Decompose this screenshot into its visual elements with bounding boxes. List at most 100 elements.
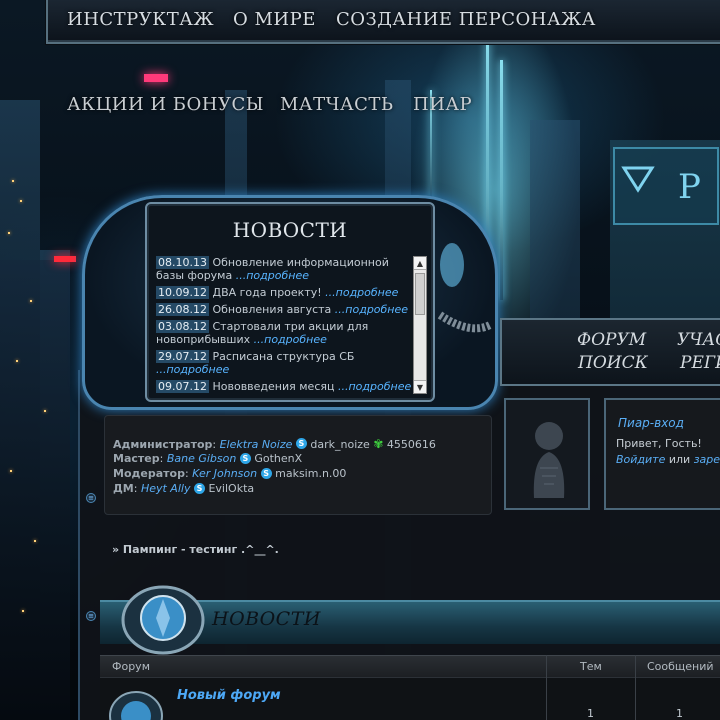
nav-link-aktsii[interactable]: АКЦИИ И БОНУСЫ xyxy=(67,94,264,115)
window-light xyxy=(12,180,14,182)
skype-handle: dark_noize xyxy=(310,438,370,451)
login-panel: Пиар-вход Привет, Гость! Войдите или зар… xyxy=(604,398,720,510)
col-forum: Форум xyxy=(112,660,150,673)
news-more-link[interactable]: ...подробнее xyxy=(236,269,309,282)
news-widget: НОВОСТИ 08.10.13 Обновление информационн… xyxy=(145,202,435,402)
guest-avatar-icon xyxy=(533,422,565,498)
login-link[interactable]: Войдите xyxy=(616,453,665,466)
staff-name-link[interactable]: Heyt Ally xyxy=(141,482,191,495)
staff-role: Администратор xyxy=(113,438,213,451)
staff-role: Модератор xyxy=(113,467,185,480)
side-node-icon: ≡ xyxy=(86,611,96,621)
window-light xyxy=(16,360,18,362)
col-topics: Тем xyxy=(580,660,602,673)
staff-name-link[interactable]: Ker Johnson xyxy=(192,467,257,480)
forum-status-icon xyxy=(109,691,163,720)
staff-role: Мастер xyxy=(113,452,160,465)
news-item: 26.08.12 Обновления августа ...подробнее xyxy=(156,303,412,316)
svg-text:Р: Р xyxy=(678,167,701,207)
login-text: Привет, Гость! Войдите или заре xyxy=(616,436,720,468)
staff-row: Администратор: Elektra Noize S dark_noiz… xyxy=(113,437,436,451)
news-list[interactable]: 08.10.13 Обновление информационной базы … xyxy=(156,256,412,394)
news-date: 03.08.12 xyxy=(156,320,209,333)
nav-link-instruktazh[interactable]: ИНСТРУКТАЖ xyxy=(67,9,214,30)
side-node-icon: ≡ xyxy=(86,493,96,503)
menu-link-search[interactable]: ПОИСК xyxy=(578,353,648,373)
skype-handle: EvilOkta xyxy=(208,482,255,495)
light-beam xyxy=(500,60,503,300)
window-light xyxy=(44,410,46,412)
news-more-link[interactable]: ...подробнее xyxy=(156,363,229,376)
icq-flower-icon: ✾ xyxy=(373,437,384,451)
menu-link-participants[interactable]: УЧАС xyxy=(677,330,720,350)
forum-table-header: Форум Тем Сообщений xyxy=(100,655,720,677)
staff-name-link[interactable]: Elektra Noize xyxy=(220,438,293,451)
news-item: 10.09.12 ДВА года проекту! ...подробнее xyxy=(156,286,412,299)
section-emblem-icon xyxy=(121,585,205,655)
login-or: или xyxy=(668,453,691,466)
skype-handle: GothenX xyxy=(254,452,303,465)
news-more-link[interactable]: ...подробнее xyxy=(338,380,411,393)
news-item: 09.07.12 Нововведения месяц ...подробнее xyxy=(156,380,412,393)
news-item: 08.10.13 Обновление информационной базы … xyxy=(156,256,412,282)
staff-list: Администратор: Elektra Noize S dark_noiz… xyxy=(104,415,492,515)
nav-link-matchast[interactable]: МАТЧАСТЬ xyxy=(280,94,394,115)
window-light xyxy=(22,610,24,612)
news-scrollbar[interactable]: ▲ ▼ xyxy=(413,256,427,394)
logo-shape: Р xyxy=(613,147,719,225)
building xyxy=(0,260,70,720)
window-light xyxy=(10,470,12,472)
register-link[interactable]: заре xyxy=(694,453,720,466)
news-more-link[interactable]: ...подробнее xyxy=(325,286,398,299)
quick-menu xyxy=(500,318,720,386)
forum-section-title: НОВОСТИ xyxy=(212,608,321,630)
menu-link-forum[interactable]: ФОРУМ xyxy=(577,330,646,350)
staff-row: ДМ: Heyt Ally S EvilOkta xyxy=(113,482,255,495)
skype-icon: S xyxy=(193,483,205,494)
news-more-link[interactable]: ...подробнее xyxy=(335,303,408,316)
col-posts: Сообщений xyxy=(647,660,714,673)
window-light xyxy=(20,200,22,202)
nav-link-piar[interactable]: ПИАР xyxy=(413,94,472,115)
news-item: 03.08.12 Стартовали три акции для новопр… xyxy=(156,320,412,346)
announcement-text: » Пампинг - тестинг .^__^. xyxy=(112,543,279,556)
staff-row: Мастер: Bane Gibson S GothenX xyxy=(113,452,303,465)
news-text: Обновления августа xyxy=(212,303,332,316)
news-widget-title: НОВОСТИ xyxy=(232,218,348,242)
news-date: 10.09.12 xyxy=(156,286,209,299)
column-divider xyxy=(546,655,547,720)
staff-name-link[interactable]: Bane Gibson xyxy=(167,452,237,465)
avatar-panel xyxy=(504,398,590,510)
news-text: ДВА года проекту! xyxy=(212,286,322,299)
news-date: 26.08.12 xyxy=(156,303,209,316)
cable-decoration xyxy=(437,243,492,333)
news-more-link[interactable]: ...подробнее xyxy=(254,333,327,346)
greeting: Привет, Гость! xyxy=(616,437,702,450)
column-divider xyxy=(635,655,636,720)
staff-role: ДМ xyxy=(113,482,134,495)
news-item: 29.07.12 Расписана структура СБ ...подро… xyxy=(156,350,412,376)
skype-icon: S xyxy=(295,438,307,449)
neon-sign xyxy=(144,74,168,82)
window-light xyxy=(8,232,10,234)
news-date: 29.07.12 xyxy=(156,350,209,363)
neon-sign xyxy=(54,256,76,262)
skype-icon: S xyxy=(260,468,272,479)
news-text: Расписана структура СБ xyxy=(212,350,355,363)
window-light xyxy=(34,540,36,542)
login-links: Войдите или заре xyxy=(616,452,720,468)
menu-link-register[interactable]: РЕГИ xyxy=(680,353,720,373)
news-date: 09.07.12 xyxy=(156,380,209,393)
login-title: Пиар-вход xyxy=(618,416,684,430)
news-text: Нововведения месяц xyxy=(212,380,335,393)
window-light xyxy=(30,300,32,302)
forum-name-link[interactable]: Новый форум xyxy=(177,688,281,703)
scroll-thumb[interactable] xyxy=(415,273,425,315)
skype-icon: S xyxy=(239,453,251,464)
nav-link-o-mire[interactable]: О МИРЕ xyxy=(233,9,316,30)
nav-link-sozdanie-personazha[interactable]: СОЗДАНИЕ ПЕРСОНАЖА xyxy=(336,9,596,30)
icq-number: 4550616 xyxy=(386,438,436,451)
scroll-up-arrow-icon[interactable]: ▲ xyxy=(414,257,426,270)
scroll-down-arrow-icon[interactable]: ▼ xyxy=(414,380,426,393)
skype-handle: maksim.n.00 xyxy=(275,467,347,480)
